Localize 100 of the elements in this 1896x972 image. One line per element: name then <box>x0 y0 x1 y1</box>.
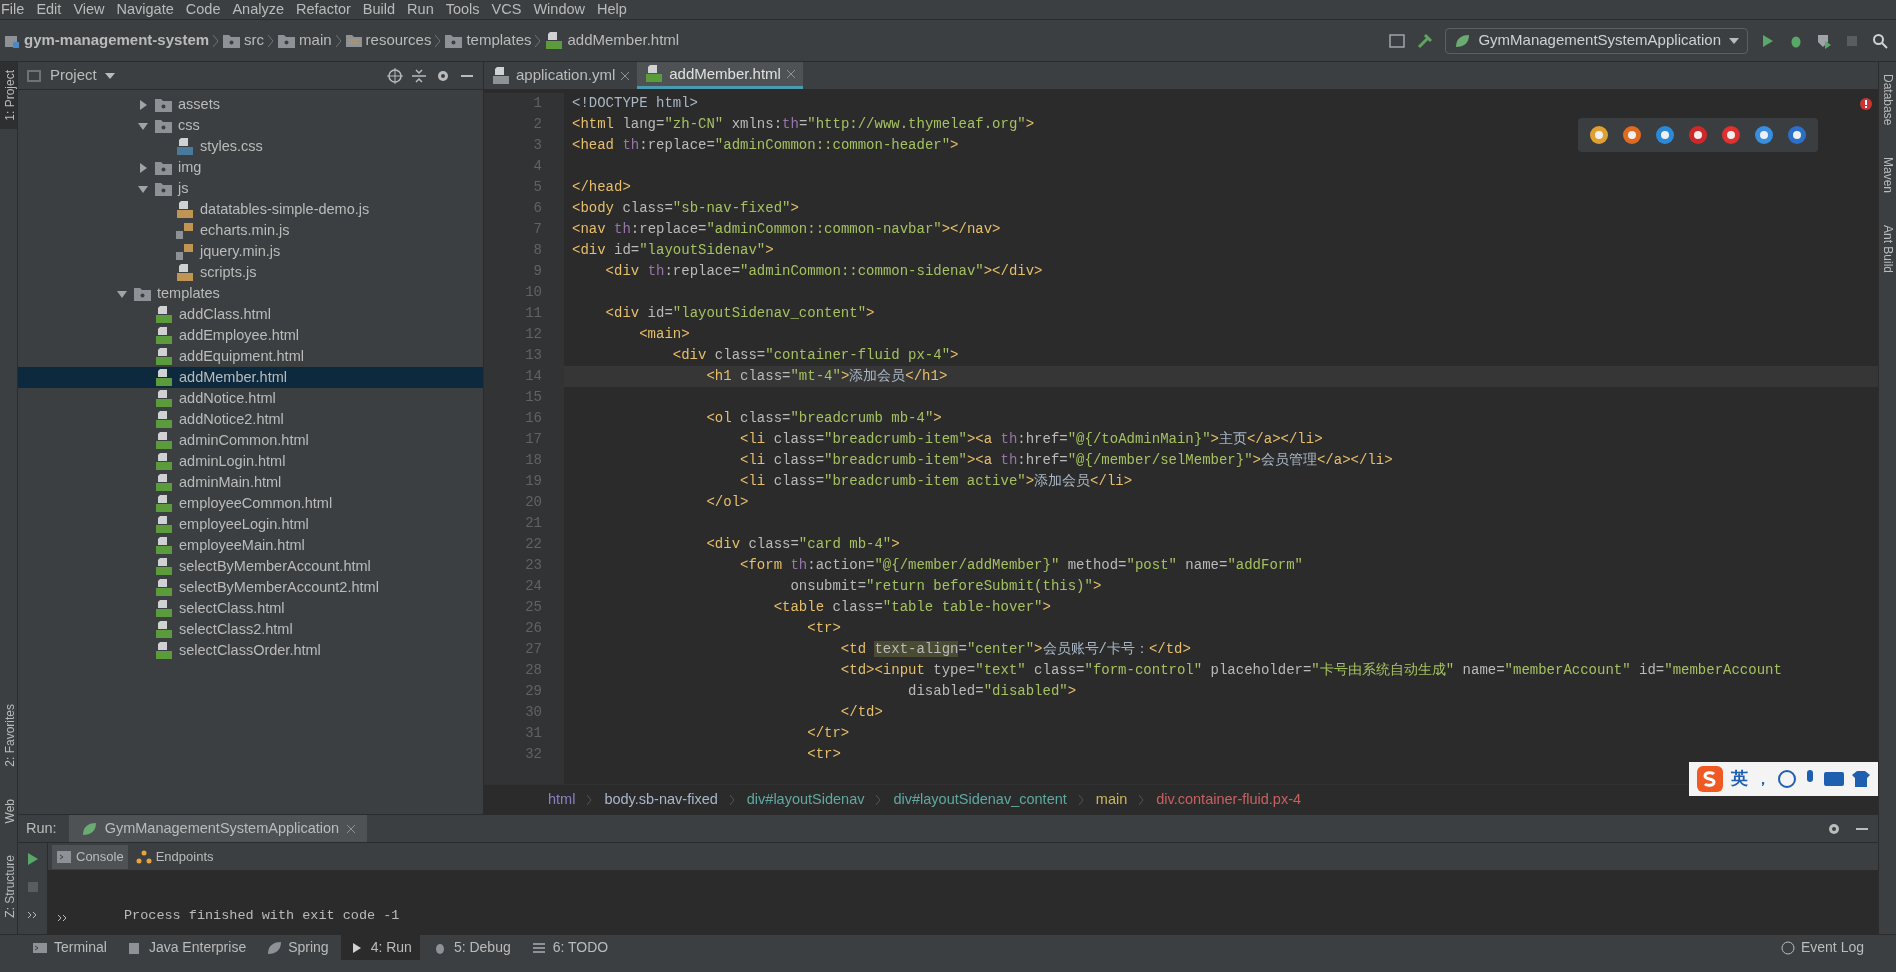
tree-item[interactable]: css <box>18 115 483 136</box>
breadcrumb-item[interactable]: div.container-fluid.px-4 <box>1156 788 1302 811</box>
run-tab[interactable]: GymManagementSystemApplication <box>68 815 368 842</box>
breadcrumb-item[interactable]: html <box>548 788 576 811</box>
tool-window-button[interactable]: 5: Debug <box>423 935 519 960</box>
tree-item[interactable]: employeeLogin.html <box>18 514 483 535</box>
breadcrumb-item[interactable]: body.sb-nav-fixed <box>604 788 718 811</box>
menu-item[interactable]: Help <box>591 0 633 21</box>
search-icon[interactable] <box>1872 32 1888 49</box>
menu-item[interactable]: Window <box>527 0 591 21</box>
ime-language[interactable]: 英 <box>1731 766 1748 792</box>
close-icon[interactable] <box>786 70 795 78</box>
tool-window-button[interactable]: 4: Run <box>340 935 420 960</box>
tree-item[interactable]: addClass.html <box>18 304 483 325</box>
browser-icon[interactable] <box>1786 124 1808 146</box>
leaf-icon[interactable] <box>266 939 283 956</box>
hammer-icon[interactable] <box>1417 32 1434 49</box>
expand-arrow-icon[interactable] <box>138 162 148 173</box>
tree-item[interactable]: js <box>18 178 483 199</box>
tree-item[interactable]: addEquipment.html <box>18 346 483 367</box>
breadcrumb-item[interactable]: main <box>1095 788 1128 811</box>
tool-window-tab[interactable]: Web <box>0 790 17 832</box>
collapse-arrow-icon[interactable] <box>138 183 148 194</box>
tree-item[interactable]: addMember.html <box>18 367 483 388</box>
menu-item[interactable]: Refactor <box>290 0 357 21</box>
event-log-button[interactable]: Event Log <box>1772 937 1872 958</box>
menu-item[interactable]: VCS <box>485 0 528 21</box>
run-subtab[interactable]: Endpoints <box>131 844 218 869</box>
console-icon[interactable] <box>56 848 72 865</box>
browser-icon[interactable] <box>1720 124 1742 146</box>
ime-logo-icon[interactable] <box>1697 766 1723 792</box>
shield-icon[interactable] <box>1816 32 1832 49</box>
tool-window-tab[interactable]: Maven <box>1879 149 1896 202</box>
breadcrumb-item[interactable]: div#layoutSidenav <box>746 788 865 811</box>
tree-item[interactable]: employeeMain.html <box>18 535 483 556</box>
breadcrumb-item[interactable]: div#layoutSidenav_content <box>893 788 1067 811</box>
tree-item[interactable]: selectClass.html <box>18 598 483 619</box>
run-subtab[interactable]: Console <box>52 844 128 869</box>
menu-item[interactable]: Run <box>401 0 440 21</box>
menu-item[interactable]: View <box>67 0 111 21</box>
tool-window-button[interactable]: Java Enterprise <box>118 935 255 960</box>
tree-item[interactable]: datatables-simple-demo.js <box>18 199 483 220</box>
tool-window-button[interactable]: Terminal <box>24 935 115 960</box>
tree-item[interactable]: selectClass2.html <box>18 619 483 640</box>
tree-item[interactable]: echarts.min.js <box>18 220 483 241</box>
collapse-icon[interactable] <box>411 67 427 84</box>
tree-item[interactable]: employeeCommon.html <box>18 493 483 514</box>
window-icon[interactable] <box>1389 32 1406 49</box>
tree-item[interactable]: assets <box>18 94 483 115</box>
tree-item[interactable]: img <box>18 157 483 178</box>
browser-icon[interactable] <box>1621 124 1643 146</box>
shirt-icon[interactable] <box>1852 771 1870 787</box>
tool-window-tab[interactable]: 2: Favorites <box>0 696 17 775</box>
tree-item[interactable]: adminMain.html <box>18 472 483 493</box>
tree-item[interactable]: scripts.js <box>18 262 483 283</box>
menu-item[interactable]: Navigate <box>110 0 180 21</box>
ime-punctuation[interactable]: ， <box>1756 768 1770 790</box>
tool-window-tab[interactable]: Z: Structure <box>0 847 17 926</box>
tree-item[interactable]: adminLogin.html <box>18 451 483 472</box>
expand-arrow-icon[interactable] <box>138 99 148 110</box>
collapse-arrow-icon[interactable] <box>117 288 127 299</box>
menu-item[interactable]: Analyze <box>226 0 291 21</box>
menu-item[interactable]: Edit <box>30 0 68 21</box>
tool-window-tab[interactable]: Database <box>1879 66 1896 134</box>
tree-item[interactable]: addNotice.html <box>18 388 483 409</box>
collapse-arrow-icon[interactable] <box>138 120 148 131</box>
path-segment[interactable]: resources <box>345 29 432 52</box>
tool-window-button[interactable]: 6: TODO <box>522 935 617 960</box>
tree-item[interactable]: addEmployee.html <box>18 325 483 346</box>
menu-item[interactable]: Tools <box>439 0 486 21</box>
tree-item[interactable]: jquery.min.js <box>18 241 483 262</box>
path-segment[interactable]: src <box>223 29 265 52</box>
path-segment[interactable]: gym-management-system <box>4 29 210 52</box>
tree-item[interactable]: adminCommon.html <box>18 430 483 451</box>
endpoints-icon[interactable] <box>135 848 152 865</box>
resources-folder-icon[interactable] <box>345 32 362 49</box>
menu-item[interactable]: Code <box>179 0 227 21</box>
path-segment[interactable]: main <box>278 29 332 52</box>
close-icon[interactable] <box>347 824 356 833</box>
tool-window-button[interactable]: Spring <box>258 935 337 960</box>
editor-tab[interactable]: addMember.html <box>637 62 803 89</box>
crosshair-icon[interactable] <box>387 67 403 84</box>
tree-item[interactable]: styles.css <box>18 136 483 157</box>
run-config-dropdown[interactable]: GymManagementSystemApplication <box>1445 27 1748 54</box>
tool-window-tab[interactable]: 1: Project <box>0 62 17 129</box>
path-segment[interactable]: addMember.html <box>545 29 680 52</box>
path-segment[interactable]: templates <box>445 29 532 52</box>
close-icon[interactable] <box>621 71 630 80</box>
browser-icon[interactable] <box>1588 124 1610 146</box>
view-dropdown[interactable]: Project <box>50 64 115 87</box>
tree-item[interactable]: templates <box>18 283 483 304</box>
browser-icon[interactable] <box>1654 124 1676 146</box>
tree-item[interactable]: selectClassOrder.html <box>18 640 483 661</box>
tree-item[interactable]: addNotice2.html <box>18 409 483 430</box>
browser-icon[interactable] <box>1753 124 1775 146</box>
tool-window-tab[interactable]: Ant Build <box>1879 217 1896 282</box>
tree-item[interactable]: selectByMemberAccount.html <box>18 556 483 577</box>
browser-icon[interactable] <box>1687 124 1709 146</box>
tree-item[interactable]: selectByMemberAccount2.html <box>18 577 483 598</box>
menu-item[interactable]: File <box>0 0 31 21</box>
